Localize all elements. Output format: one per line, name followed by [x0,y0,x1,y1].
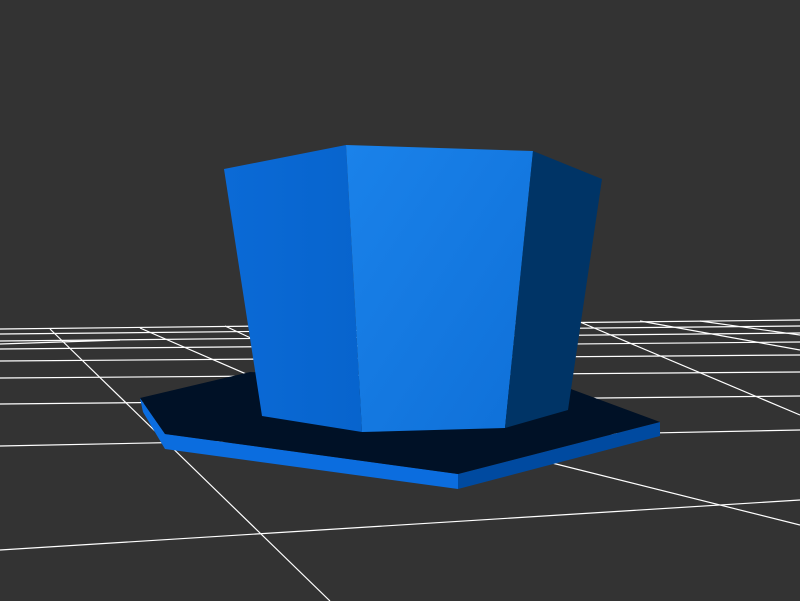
hex-prism[interactable] [224,145,602,432]
prism-face-front [346,145,533,432]
grid-line [539,459,800,526]
grid-line [639,320,800,351]
scene-canvas[interactable] [0,0,800,601]
grid-line [139,327,261,381]
grid-line [0,499,800,551]
3d-viewport[interactable] [0,0,800,601]
grid-line [579,321,800,416]
